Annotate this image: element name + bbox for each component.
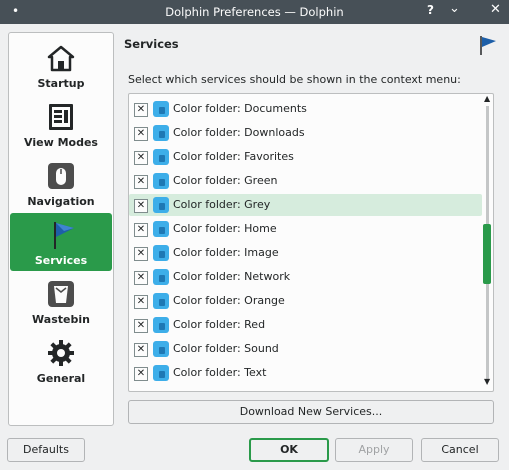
defaults-button[interactable]: Defaults <box>7 438 85 462</box>
list-item[interactable]: ✕ Color folder: Network <box>129 266 482 288</box>
folder-icon <box>153 125 169 141</box>
folder-icon <box>153 173 169 189</box>
sidebar-item-startup[interactable]: Startup <box>9 36 113 94</box>
folder-icon <box>153 221 169 237</box>
checkbox[interactable]: ✕ <box>134 199 148 213</box>
mouse-icon <box>48 163 74 189</box>
folder-icon <box>153 317 169 333</box>
scroll-down-icon[interactable]: ▼ <box>484 377 490 386</box>
service-label: Color folder: Network <box>173 270 291 283</box>
list-item-selected[interactable]: ✕ Color folder: Grey <box>129 194 482 216</box>
list-item[interactable]: ✕ Color folder: Text <box>129 362 482 384</box>
sidebar-item-label: View Modes <box>24 136 98 149</box>
services-description: Select which services should be shown in… <box>128 73 461 86</box>
service-label: Color folder: Home <box>173 222 277 235</box>
scroll-thumb[interactable] <box>483 224 491 284</box>
folder-icon <box>153 149 169 165</box>
sidebar-item-label: Services <box>34 254 88 267</box>
checkbox[interactable]: ✕ <box>134 151 148 165</box>
ok-button[interactable]: OK <box>249 438 329 462</box>
help-icon[interactable]: ? <box>427 3 434 17</box>
sidebar-item-label: Startup <box>37 77 85 90</box>
checkbox[interactable]: ✕ <box>134 271 148 285</box>
service-label: Color folder: Image <box>173 246 279 259</box>
gear-icon <box>48 340 74 366</box>
checkbox[interactable]: ✕ <box>134 103 148 117</box>
checkbox[interactable]: ✕ <box>134 367 148 381</box>
service-label: Color folder: Favorites <box>173 150 294 163</box>
list-item[interactable]: ✕ Color folder: Home <box>129 218 482 240</box>
folder-icon <box>153 341 169 357</box>
flag-icon <box>54 222 74 249</box>
checkbox[interactable]: ✕ <box>134 223 148 237</box>
page-title: Services <box>124 37 179 51</box>
list-item[interactable]: ✕ Color folder: Green <box>129 170 482 192</box>
service-label: Color folder: Documents <box>173 102 307 115</box>
folder-icon <box>153 197 169 213</box>
sidebar-item-navigation[interactable]: Navigation <box>9 154 113 212</box>
list-item[interactable]: ✕ Color folder: Documents <box>129 98 482 120</box>
list-item[interactable]: ✕ Color folder: Sound <box>129 338 482 360</box>
folder-icon <box>153 365 169 381</box>
service-label: Color folder: Downloads <box>173 126 305 139</box>
list-item[interactable]: ✕ Color folder: Orange <box>129 290 482 312</box>
list-item[interactable]: ✕ Color folder: Red <box>129 314 482 336</box>
service-label: Color folder: Orange <box>173 294 285 307</box>
services-list[interactable]: ✕ Color folder: Documents ✕ Color folder… <box>128 93 494 392</box>
close-icon[interactable]: ✕ <box>490 2 501 17</box>
cancel-button[interactable]: Cancel <box>421 438 499 462</box>
scroll-up-icon[interactable]: ▲ <box>484 94 490 103</box>
download-new-services-button[interactable]: Download New Services... <box>128 400 494 424</box>
list-item[interactable]: ✕ Color folder: Image <box>129 242 482 264</box>
checkbox[interactable]: ✕ <box>134 175 148 189</box>
checkbox[interactable]: ✕ <box>134 343 148 357</box>
service-label: Color folder: Green <box>173 174 278 187</box>
sidebar-item-general[interactable]: General <box>9 331 113 389</box>
service-label: Color folder: Sound <box>173 342 279 355</box>
checkbox[interactable]: ✕ <box>134 127 148 141</box>
checkbox[interactable]: ✕ <box>134 319 148 333</box>
flag-icon <box>480 36 496 55</box>
sidebar: Startup View Modes Navigation Services W… <box>8 32 114 426</box>
house-icon <box>47 45 75 72</box>
view-modes-icon <box>49 104 73 130</box>
folder-icon <box>153 101 169 117</box>
apply-button[interactable]: Apply <box>335 438 413 462</box>
service-label: Color folder: Red <box>173 318 266 331</box>
wastebin-icon <box>48 281 74 307</box>
sidebar-item-label: Wastebin <box>32 313 90 326</box>
sidebar-item-wastebin[interactable]: Wastebin <box>9 272 113 330</box>
title-bar: • Dolphin Preferences — Dolphin ? ⌄ ✕ <box>0 0 509 24</box>
service-label: Color folder: Text <box>173 366 267 379</box>
checkbox[interactable]: ✕ <box>134 295 148 309</box>
list-item[interactable]: ✕ Color folder: Favorites <box>129 146 482 168</box>
list-item[interactable]: ✕ Color folder: Downloads <box>129 122 482 144</box>
folder-icon <box>153 245 169 261</box>
sidebar-item-label: Navigation <box>27 195 95 208</box>
minimize-icon[interactable]: ⌄ <box>449 1 460 16</box>
sidebar-item-view-modes[interactable]: View Modes <box>9 95 113 153</box>
sidebar-item-label: General <box>36 372 86 385</box>
folder-icon <box>153 269 169 285</box>
folder-icon <box>153 293 169 309</box>
service-label: Color folder: Grey <box>173 198 271 211</box>
checkbox[interactable]: ✕ <box>134 247 148 261</box>
sidebar-item-services[interactable]: Services <box>10 213 112 271</box>
